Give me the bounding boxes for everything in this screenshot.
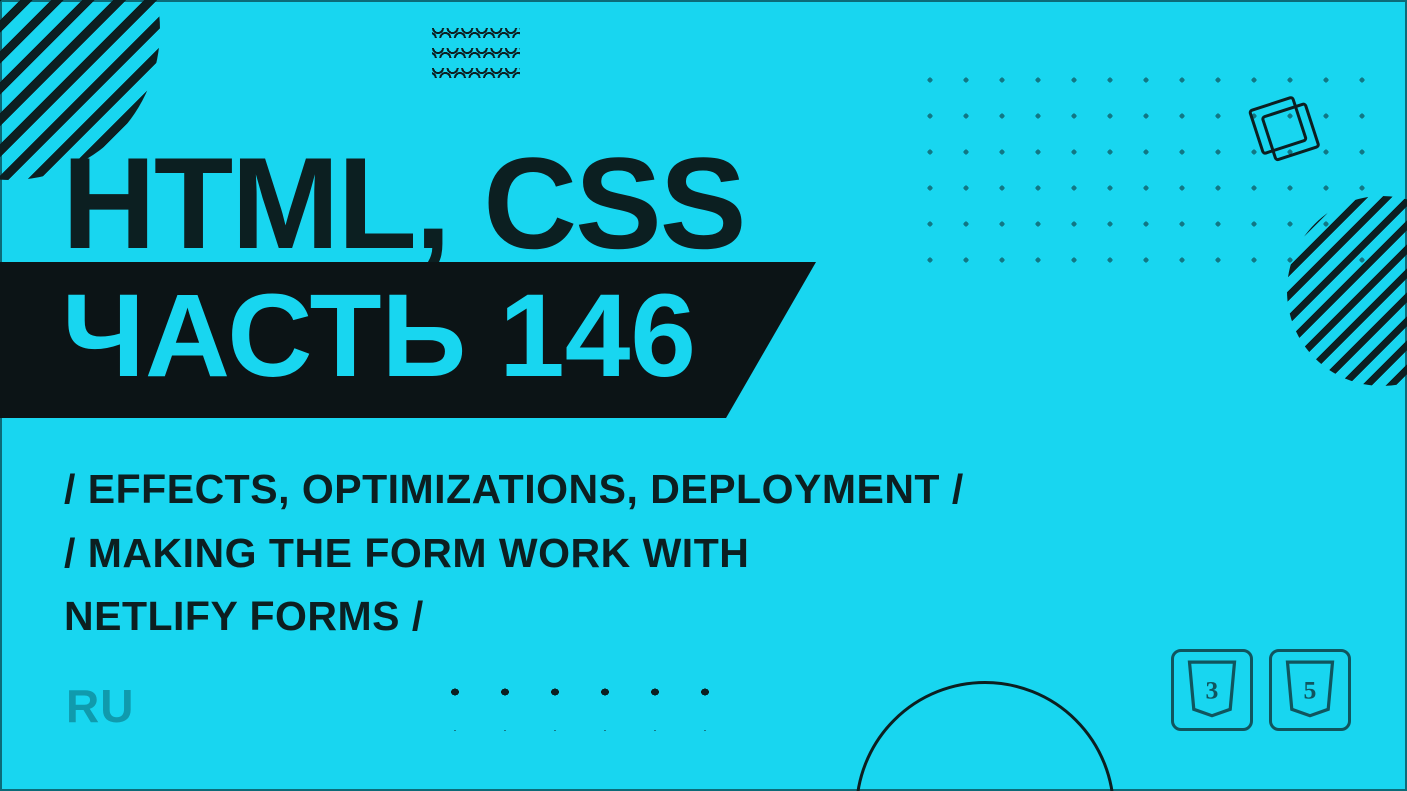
language-label: RU: [66, 679, 134, 733]
decor-dot-row: [430, 671, 730, 731]
subtitle-line-1: / EFFECTS, OPTIMIZATIONS, DEPLOYMENT /: [64, 458, 964, 522]
css3-shield-icon: 3: [1171, 649, 1253, 731]
part-band-text: ЧАСТЬ 146: [0, 262, 816, 418]
html5-shield-icon: 5: [1269, 649, 1351, 731]
part-band-wrap: ЧАСТЬ 146: [0, 262, 816, 418]
decor-waves: [432, 28, 520, 78]
subtitle-line-2: / MAKING THE FORM WORK WITH: [64, 522, 964, 586]
headline-text: HTML, CSS: [62, 128, 745, 278]
css3-shield-label: 3: [1206, 676, 1219, 705]
subtitle-block: / EFFECTS, OPTIMIZATIONS, DEPLOYMENT / /…: [64, 458, 964, 649]
html5-shield-label: 5: [1304, 676, 1317, 705]
tech-shields: 3 5: [1171, 649, 1351, 731]
decor-circle-outline: [855, 681, 1115, 791]
subtitle-line-3: NETLIFY FORMS /: [64, 585, 964, 649]
